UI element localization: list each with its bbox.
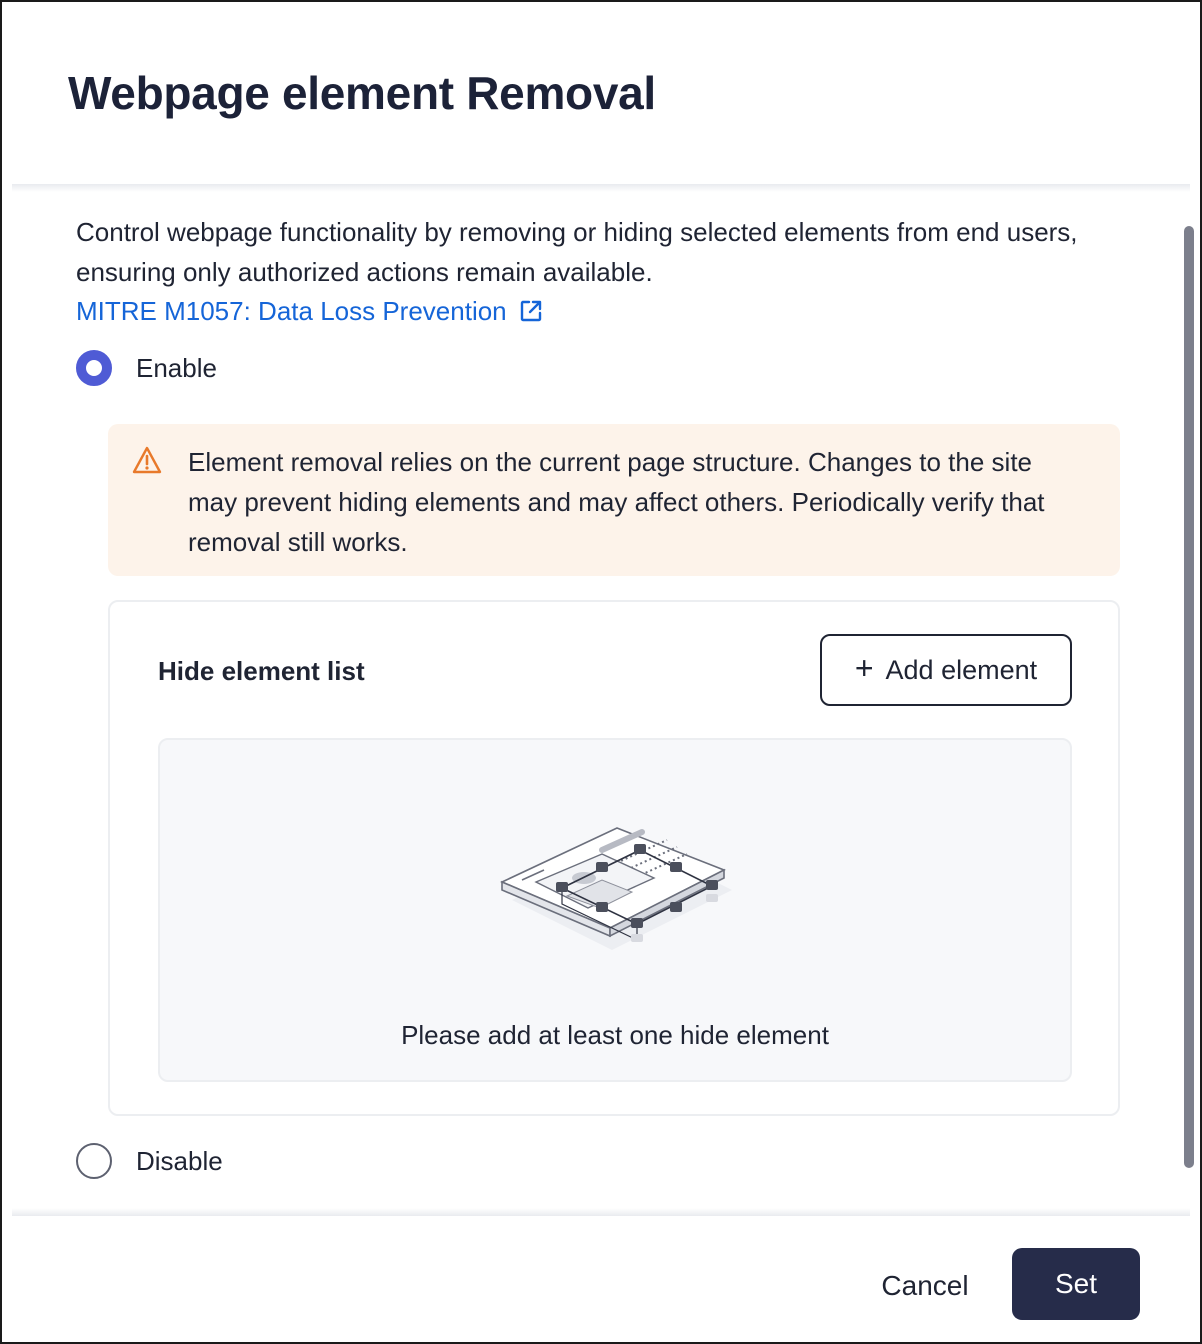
empty-state: Please add at least one hide element — [158, 738, 1072, 1082]
mitre-link-label: MITRE M1057: Data Loss Prevention — [76, 296, 507, 326]
set-button[interactable]: Set — [1012, 1248, 1140, 1320]
scrollbar[interactable] — [1184, 226, 1194, 1168]
footer-divider — [12, 1208, 1190, 1216]
mitre-link[interactable]: MITRE M1057: Data Loss Prevention — [76, 291, 543, 331]
hide-element-list-title: Hide element list — [158, 656, 365, 686]
enable-label: Enable — [136, 352, 217, 383]
external-link-icon — [520, 300, 541, 322]
empty-state-illustration-icon — [500, 827, 732, 950]
disable-radio-option[interactable]: Disable — [76, 1143, 223, 1179]
disable-label: Disable — [136, 1145, 223, 1176]
plus-icon: + — [854, 650, 874, 686]
webpage-element-removal-dialog: Webpage element Removal Control webpage … — [0, 0, 1202, 1344]
hide-element-list-card: Hide element list + Add element Please a… — [108, 600, 1120, 1116]
header-divider — [12, 184, 1190, 192]
disable-radio[interactable] — [76, 1143, 112, 1179]
dialog-description: Control webpage functionality by removin… — [76, 217, 1078, 287]
warning-banner: Element removal relies on the current pa… — [108, 424, 1120, 576]
dialog-title: Webpage element Removal — [68, 67, 656, 119]
add-element-button[interactable]: + Add element — [820, 634, 1072, 706]
add-element-label: Add element — [885, 654, 1038, 685]
warning-text: Element removal relies on the current pa… — [188, 447, 1045, 557]
empty-state-message: Please add at least one hide element — [401, 1020, 829, 1050]
enable-radio-option[interactable]: Enable — [76, 350, 217, 386]
warning-triangle-icon — [132, 446, 162, 474]
cancel-button[interactable]: Cancel — [870, 1266, 980, 1306]
enable-radio[interactable] — [76, 350, 112, 386]
